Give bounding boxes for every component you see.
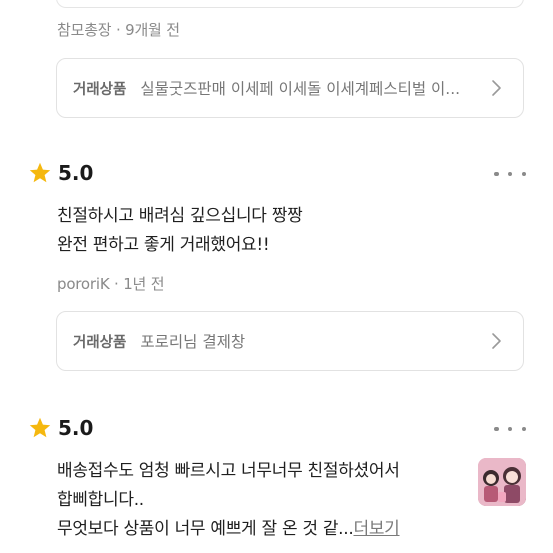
product-label: 거래상품 [73, 334, 127, 351]
traded-product-card[interactable]: 거래상품 포로리님 결제창 [56, 311, 524, 371]
review-line: 완전 편하고 좋게 거래했어요!! [57, 235, 270, 255]
review-line: 배송접수도 엄청 빠르시고 너무너무 친절하셨어서 [57, 461, 400, 481]
review-line: 무엇보다 상품이 너무 예쁘게 잘 온 것 같... [57, 519, 354, 539]
review-line: 합삐합니다.. [57, 490, 144, 510]
traded-product-card[interactable]: 거래상품 실물굿즈판매 이세페 이세돌 이세계페스티벌 이... [56, 58, 524, 118]
review-photo-thumbnail[interactable] [478, 458, 526, 506]
chevron-right-icon [492, 80, 501, 96]
read-more-link[interactable]: 더보기 [353, 519, 399, 539]
review-line-last: 무엇보다 상품이 너무 예쁘게 잘 온 것 같...더보기 [57, 515, 400, 544]
review-meta: pororiK · 1년 전 [57, 275, 165, 293]
review-text: 친절하시고 배려심 깊으십니다 짱짱 완전 편하고 좋게 거래했어요!! [57, 202, 303, 260]
review-text: 배송접수도 엄청 빠르시고 너무너무 친절하셨어서 합삐합니다.. 무엇보다 상… [57, 457, 400, 544]
product-name: 실물굿즈판매 이세페 이세돌 이세계페스티벌 이... [140, 80, 461, 98]
chevron-right-icon [492, 333, 501, 349]
rating-score: 5.0 [58, 161, 94, 185]
rating-score: 5.0 [58, 416, 94, 440]
more-dots-icon[interactable] [494, 168, 526, 180]
review-meta: 참모총장 · 9개월 전 [57, 21, 180, 39]
more-dots-icon[interactable] [494, 423, 526, 435]
star-icon [29, 162, 51, 183]
product-name: 포로리님 결제창 [140, 333, 246, 351]
thumbnail-illustration [478, 458, 526, 506]
review-line: 친절하시고 배려심 깊으십니다 짱짱 [57, 206, 303, 226]
review-rating: 5.0 [28, 161, 93, 185]
review-rating: 5.0 [28, 416, 93, 440]
star-icon [29, 417, 51, 438]
product-label: 거래상품 [73, 81, 127, 98]
previous-card-bottom [0, 0, 553, 8]
